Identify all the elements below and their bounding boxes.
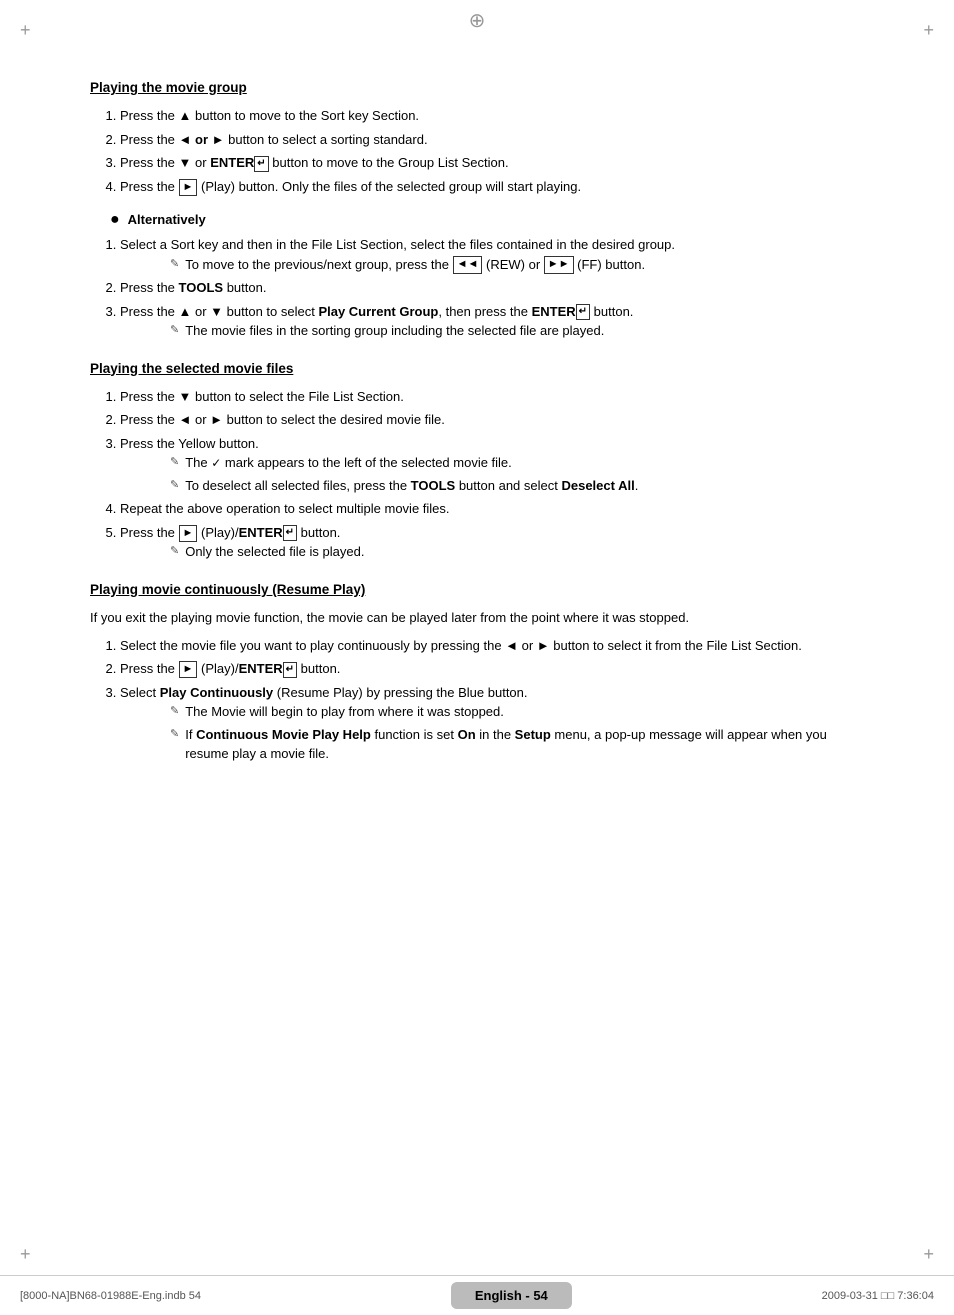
section2-steps-list: Press the ▼ button to select the File Li…	[120, 387, 864, 562]
ff-icon: ►►	[544, 256, 574, 273]
continuous-help-label: Continuous Movie Play Help	[196, 727, 371, 742]
section2-step3-note1: ✎ The ✓ mark appears to the left of the …	[170, 453, 864, 473]
section2-heading: Playing the selected movie files	[90, 359, 864, 379]
tools-label-2: TOOLS	[411, 478, 456, 493]
section2-step3-note2-text: To deselect all selected files, press th…	[185, 476, 638, 496]
footer-left: [8000-NA]BN68-01988E-Eng.indb 54	[20, 1290, 201, 1302]
play-current-group-label: Play Current Group	[318, 304, 438, 319]
section2-step3-note2: ✎ To deselect all selected files, press …	[170, 476, 864, 496]
section1-steps-list: Press the ▲ button to move to the Sort k…	[120, 106, 864, 196]
section1-alt-step3: Press the ▲ or ▼ button to select Play C…	[120, 302, 864, 341]
section1-alt-step2: Press the TOOLS button.	[120, 278, 864, 298]
section2-step5-note1-text: Only the selected file is played.	[185, 542, 364, 562]
section2-step5: Press the ► (Play)/ENTER↵ button. ✎ Only…	[120, 523, 864, 562]
section3-intro: If you exit the playing movie function, …	[90, 608, 864, 628]
section3-step3-note1: ✎ The Movie will begin to play from wher…	[170, 702, 864, 722]
section3-step3-note1-text: The Movie will begin to play from where …	[185, 702, 504, 722]
section1-step4: Press the ► (Play) button. Only the file…	[120, 177, 864, 197]
tools-label-1: TOOLS	[179, 280, 224, 295]
section2-step2: Press the ◄ or ► button to select the de…	[120, 410, 864, 430]
section3-steps-list: Select the movie file you want to play c…	[120, 636, 864, 764]
corner-mark-br: +	[923, 1244, 934, 1265]
note-pencil-icon-6: ✎	[170, 703, 179, 720]
section-playing-selected-files: Playing the selected movie files Press t…	[90, 359, 864, 562]
section2-step4: Repeat the above operation to select mul…	[120, 499, 864, 519]
play-icon-1: ►	[179, 179, 198, 196]
step3-icon: ▼	[179, 155, 192, 170]
page-content: Playing the movie group Press the ▲ butt…	[0, 40, 954, 1275]
step2-icon: ◄ or ►	[179, 132, 225, 147]
section1-step2: Press the ◄ or ► button to select a sort…	[120, 130, 864, 150]
footer: [8000-NA]BN68-01988E-Eng.indb 54 English…	[0, 1275, 954, 1315]
section1-alt-step1: Select a Sort key and then in the File L…	[120, 235, 864, 274]
note-pencil-icon: ✎	[170, 256, 179, 273]
enter-label-3: ENTER↵	[239, 661, 297, 676]
alt-step3-note1-text: The movie files in the sorting group inc…	[185, 321, 604, 341]
alternatively-bullet: ● Alternatively	[110, 210, 864, 231]
enter-icon: ↵	[254, 156, 268, 172]
note-pencil-icon-7: ✎	[170, 726, 179, 743]
section3-step1: Select the movie file you want to play c…	[120, 636, 864, 656]
play-icon-2: ►	[179, 525, 198, 542]
section1-alt-steps-list: Select a Sort key and then in the File L…	[120, 235, 864, 341]
section3-step3-note2-text: If Continuous Movie Play Help function i…	[185, 725, 864, 764]
section2-step3-note1-text: The ✓ mark appears to the left of the se…	[185, 453, 512, 473]
section-resume-play: Playing movie continuously (Resume Play)…	[90, 580, 864, 764]
alt-step1-note1-text: To move to the previous/next group, pres…	[185, 255, 645, 275]
step1-icon: ▲	[179, 108, 192, 123]
section1-step1: Press the ▲ button to move to the Sort k…	[120, 106, 864, 126]
rew-icon: ◄◄	[453, 256, 483, 273]
alternatively-label: Alternatively	[128, 210, 206, 230]
section3-step3-note2: ✎ If Continuous Movie Play Help function…	[170, 725, 864, 764]
alt-step1-note1: ✎ To move to the previous/next group, pr…	[170, 255, 864, 275]
enter-icon-4: ↵	[283, 662, 297, 678]
setup-label: Setup	[515, 727, 551, 742]
enter-icon-2: ↵	[576, 304, 590, 320]
note-pencil-icon-4: ✎	[170, 477, 179, 494]
corner-mark-bl: +	[20, 1244, 31, 1265]
top-registration-mark: ⊕	[469, 8, 486, 33]
section3-step2: Press the ► (Play)/ENTER↵ button.	[120, 659, 864, 679]
note-pencil-icon-3: ✎	[170, 454, 179, 471]
footer-right: 2009-03-31 □□ 7:36:04	[822, 1290, 934, 1302]
enter-label-2: ENTER↵	[239, 525, 297, 540]
section1-step3: Press the ▼ or ENTER↵ button to move to …	[120, 153, 864, 173]
on-label: On	[458, 727, 476, 742]
checkmark: ✓	[211, 456, 221, 470]
bullet-symbol: ●	[110, 210, 120, 231]
section2-step3: Press the Yellow button. ✎ The ✓ mark ap…	[120, 434, 864, 496]
play-continuously-label: Play Continuously	[160, 685, 273, 700]
step3b-notes: ✎ The Movie will begin to play from wher…	[170, 702, 864, 764]
footer-center-page-label: English - 54	[451, 1282, 572, 1309]
section2-step1: Press the ▼ button to select the File Li…	[120, 387, 864, 407]
alt-step3-note1: ✎ The movie files in the sorting group i…	[170, 321, 864, 341]
note-pencil-icon-5: ✎	[170, 543, 179, 560]
top-bar: ⊕	[0, 0, 954, 40]
enter-icon-3: ↵	[283, 525, 297, 541]
section2-step5-note1: ✎ Only the selected file is played.	[170, 542, 864, 562]
section1-heading: Playing the movie group	[90, 78, 864, 98]
page: + + ⊕ Playing the movie group Press the …	[0, 0, 954, 1315]
play-icon-3: ►	[179, 661, 198, 678]
enter-label-1: ENTER↵	[532, 304, 590, 319]
deselect-all-label: Deselect All	[561, 478, 634, 493]
step3-enter: ENTER↵	[210, 155, 268, 170]
note-pencil-icon-2: ✎	[170, 322, 179, 339]
section3-heading: Playing movie continuously (Resume Play)	[90, 580, 864, 600]
section3-step3: Select Play Continuously (Resume Play) b…	[120, 683, 864, 764]
alt-step1-notes: ✎ To move to the previous/next group, pr…	[170, 255, 864, 275]
section-playing-movie-group: Playing the movie group Press the ▲ butt…	[90, 78, 864, 341]
alt-step3-notes: ✎ The movie files in the sorting group i…	[170, 321, 864, 341]
step3-notes: ✎ The ✓ mark appears to the left of the …	[170, 453, 864, 495]
step5-notes: ✎ Only the selected file is played.	[170, 542, 864, 562]
